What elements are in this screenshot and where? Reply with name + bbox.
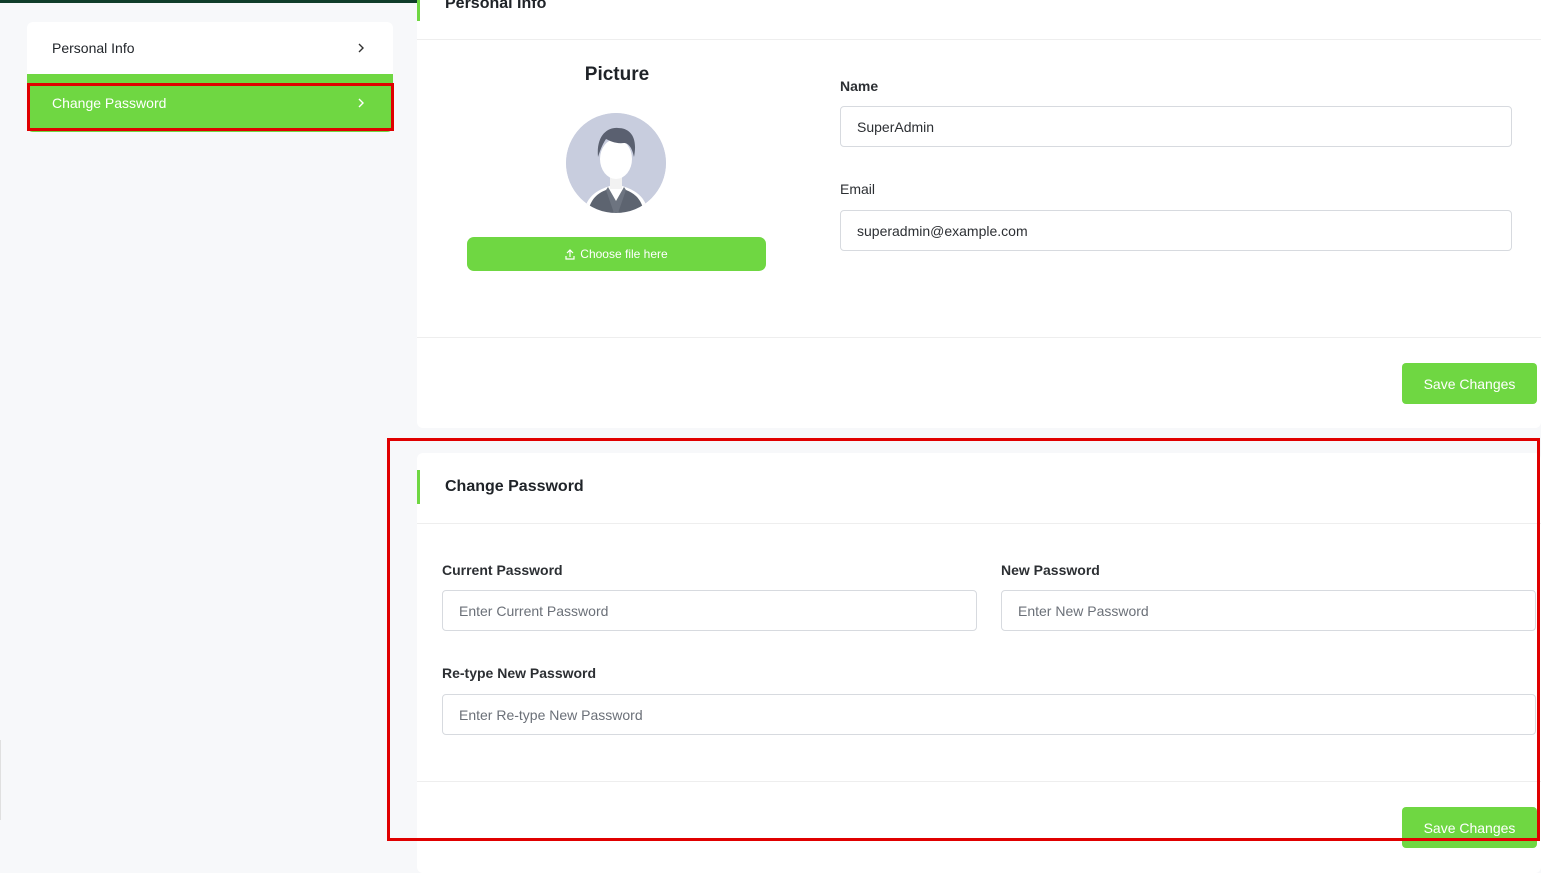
- chevron-right-icon: [357, 95, 365, 111]
- email-field[interactable]: [840, 210, 1512, 251]
- change-password-card: Change Password Current Password New Pas…: [417, 453, 1541, 873]
- email-label: Email: [840, 181, 876, 197]
- save-password-button[interactable]: Save Changes: [1402, 807, 1537, 848]
- current-password-label: Current Password: [442, 562, 563, 578]
- user-silhouette-icon: [566, 113, 666, 213]
- retype-password-label: Re-type New Password: [442, 665, 597, 681]
- personal-info-card: Personal Info Picture Choose file here N…: [417, 0, 1541, 428]
- choose-file-button[interactable]: Choose file here: [467, 237, 766, 271]
- chevron-right-icon: [357, 40, 365, 56]
- card-divider: [417, 39, 1541, 40]
- new-password-label: New Password: [1001, 562, 1100, 578]
- settings-sidebar: Personal Info Change Password: [27, 22, 393, 132]
- choose-file-label: Choose file here: [580, 247, 668, 261]
- card-divider: [417, 523, 1541, 524]
- window-edge: [0, 740, 1, 820]
- card-divider: [417, 337, 1541, 338]
- new-password-field[interactable]: [1001, 590, 1536, 631]
- card-title: Change Password: [417, 470, 584, 504]
- retype-password-field[interactable]: [442, 694, 1536, 735]
- sidebar-item-change-password[interactable]: Change Password: [27, 74, 393, 132]
- name-field[interactable]: [840, 106, 1512, 147]
- name-label: Name: [840, 78, 879, 94]
- card-divider: [417, 781, 1541, 782]
- save-personal-info-button[interactable]: Save Changes: [1402, 363, 1537, 404]
- picture-title: Picture: [584, 64, 650, 85]
- upload-icon: [565, 248, 575, 260]
- current-password-field[interactable]: [442, 590, 977, 631]
- sidebar-item-personal-info[interactable]: Personal Info: [27, 22, 393, 74]
- card-title: Personal Info: [417, 0, 546, 21]
- sidebar-item-label: Personal Info: [52, 40, 135, 56]
- avatar: [566, 113, 666, 213]
- sidebar-item-label: Change Password: [52, 95, 167, 111]
